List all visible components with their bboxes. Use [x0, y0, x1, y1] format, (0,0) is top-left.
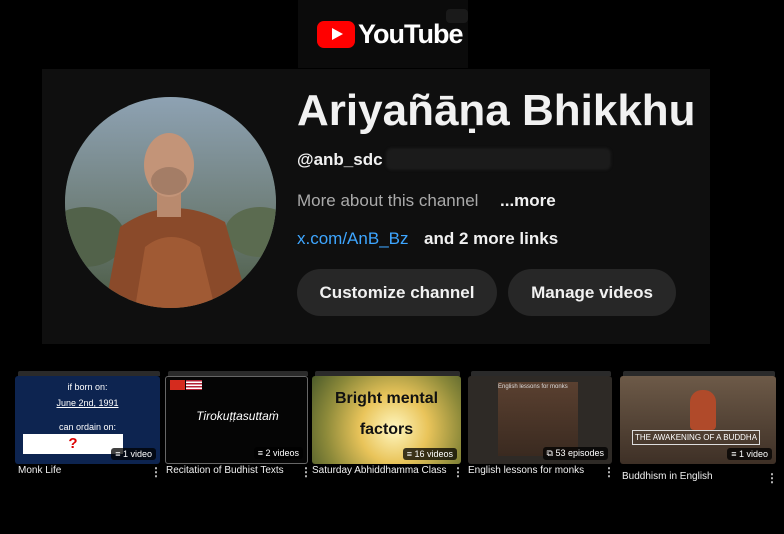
video-count-badge: ≡ 1 video — [111, 448, 156, 460]
episode-count: 53 episodes — [555, 448, 604, 458]
video-count: 1 video — [738, 449, 768, 459]
thumbnail-text: Bright mental — [334, 390, 439, 407]
playlist-thumbnail[interactable]: Tirokuṭṭasuttaṁ ≡ 2 videos — [165, 376, 308, 464]
more-vert-icon[interactable]: ⋮ — [300, 465, 312, 479]
playlist-thumbnail[interactable]: THE AWAKENING OF A BUDDHA ≡ 1 video — [620, 376, 776, 464]
redaction-mark — [386, 148, 611, 170]
playlist-title[interactable]: English lessons for monks — [468, 465, 584, 476]
youtube-wordmark: YouTube — [358, 19, 463, 49]
more-vert-icon[interactable]: ⋮ — [766, 471, 778, 485]
playlist-icon: ≡ — [115, 449, 123, 459]
flag-icon — [186, 380, 202, 390]
thumbnail-text: June 2nd, 1991 — [56, 398, 119, 408]
podcast-count-badge: ⧉ 53 episodes — [542, 447, 608, 460]
playlist-thumbnail[interactable]: if born on: June 2nd, 1991 can ordain on… — [15, 376, 160, 464]
thumbnail-text: THE AWAKENING OF A BUDDHA — [632, 430, 760, 445]
channel-handle: @anb_sdc — [297, 150, 383, 169]
channel-name: Ariyañāṇa Bhikkhu — [297, 86, 696, 135]
playlist-title[interactable]: Saturday Abhiddhamma Class — [312, 465, 447, 476]
channel-external-link[interactable]: x.com/AnB_Bz — [297, 229, 409, 249]
flag-icon — [170, 380, 185, 390]
playlist-shelf: if born on: June 2nd, 1991 can ordain on… — [0, 362, 784, 534]
playlist-title[interactable]: Recitation of Budhist Texts — [166, 465, 284, 476]
redaction-mark — [446, 9, 468, 23]
playlist-icon: ≡ — [731, 449, 739, 459]
thumbnail-text: English lessons for monks — [498, 384, 568, 390]
playlist-thumbnail[interactable]: Bright mental factors ≡ 16 videos — [312, 376, 461, 464]
customize-channel-button[interactable]: Customize channel — [297, 269, 497, 316]
more-vert-icon[interactable]: ⋮ — [452, 465, 464, 479]
video-count: 16 videos — [414, 449, 453, 459]
video-count: 2 videos — [265, 448, 299, 458]
thumbnail-image — [690, 390, 716, 430]
about-more-link[interactable]: ...more — [500, 191, 556, 211]
channel-avatar[interactable] — [65, 97, 276, 308]
channel-about-text[interactable]: More about this channel — [297, 191, 478, 211]
youtube-play-icon — [317, 21, 355, 48]
thumbnail-text: factors — [359, 421, 414, 438]
youtube-logo[interactable]: YouTube — [317, 19, 463, 50]
playlist-title[interactable]: Monk Life — [18, 465, 61, 476]
video-count-badge: ≡ 16 videos — [402, 448, 457, 460]
more-links-link[interactable]: and 2 more links — [424, 229, 558, 249]
playlist-thumbnail[interactable]: English lessons for monks ⧉ 53 episodes — [468, 376, 612, 464]
more-vert-icon[interactable]: ⋮ — [150, 465, 162, 479]
thumbnail-text: Tirokuṭṭasuttaṁ — [196, 409, 279, 423]
question-mark-box: ? — [23, 434, 123, 454]
video-count: 1 video — [122, 449, 152, 459]
playlist-title[interactable]: Buddhism in English — [622, 471, 713, 482]
video-count-badge: ≡ 1 video — [727, 448, 772, 460]
thumbnail-image — [498, 382, 578, 456]
thumbnail-text: if born on: — [67, 382, 108, 392]
more-vert-icon[interactable]: ⋮ — [603, 465, 615, 479]
video-count-badge: ≡ 2 videos — [253, 447, 303, 459]
thumbnail-text: can ordain on: — [58, 422, 117, 432]
manage-videos-button[interactable]: Manage videos — [508, 269, 676, 316]
